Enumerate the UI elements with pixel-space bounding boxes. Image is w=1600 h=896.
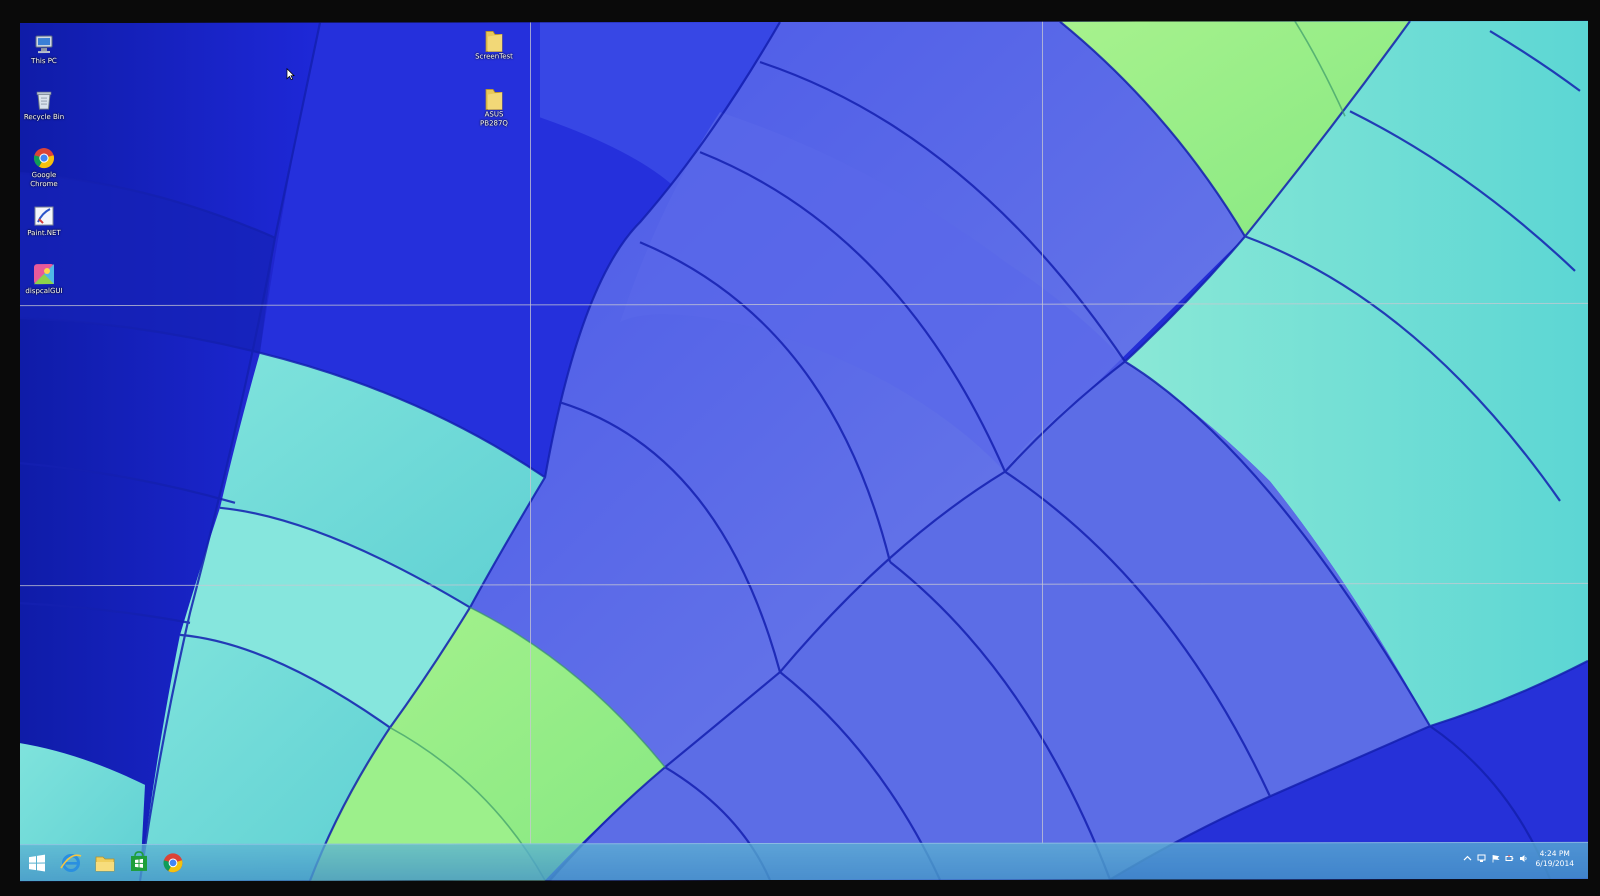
desktop-icon-recycle-bin[interactable]: Recycle Bin [20,89,70,122]
taskbar-internet-explorer[interactable] [58,850,84,876]
dispcalgui-icon [33,263,55,285]
desktop-icon-google-chrome[interactable]: Google Chrome [20,147,70,189]
folder-icon [483,28,505,52]
windows-logo-icon [29,854,45,872]
chrome-icon [33,147,55,169]
taskbar-windows-store[interactable] [126,850,152,876]
wallpaper [20,20,1588,882]
desktop-icon-dispcalgui[interactable]: dispcalGUI [20,263,70,296]
start-button[interactable] [24,850,50,876]
desktop-icon-this-pc[interactable]: This PC [20,33,70,66]
grid-line-v1 [530,22,531,845]
desktop-icon-asus-pb287q[interactable]: ASUS PB287Q [468,86,520,128]
folder-icon [483,86,505,110]
windows-store-icon [131,851,147,871]
mouse-cursor-icon [286,67,295,81]
desktop-icon-screentest[interactable]: ScreenTest [468,28,520,61]
taskbar: 4:24 PM 6/19/2014 [20,841,1588,882]
clock-time: 4:24 PM [1539,848,1570,858]
taskbar-chrome[interactable] [160,850,186,876]
action-center-flag-icon[interactable] [1491,854,1500,863]
show-hidden-icons-icon[interactable] [1463,854,1472,863]
taskbar-clock[interactable]: 4:24 PM 6/19/2014 [1536,849,1574,869]
recycle-bin-icon [33,89,55,111]
internet-explorer-icon [60,854,82,873]
paint-net-icon [33,205,55,227]
desktop-screen: This PC Recycle Bin Google Chrome Paint.… [20,20,1588,882]
chrome-icon [163,853,183,873]
desktop-icon-paint-net[interactable]: Paint.NET [20,205,70,238]
power-icon[interactable] [1505,854,1514,863]
network-icon[interactable] [1477,854,1486,863]
taskbar-file-explorer[interactable] [92,850,118,876]
clock-date: 6/19/2014 [1535,858,1574,868]
file-explorer-icon [95,856,115,872]
grid-line-v2 [1042,21,1043,844]
this-pc-icon [33,33,55,55]
volume-icon[interactable] [1519,854,1528,863]
